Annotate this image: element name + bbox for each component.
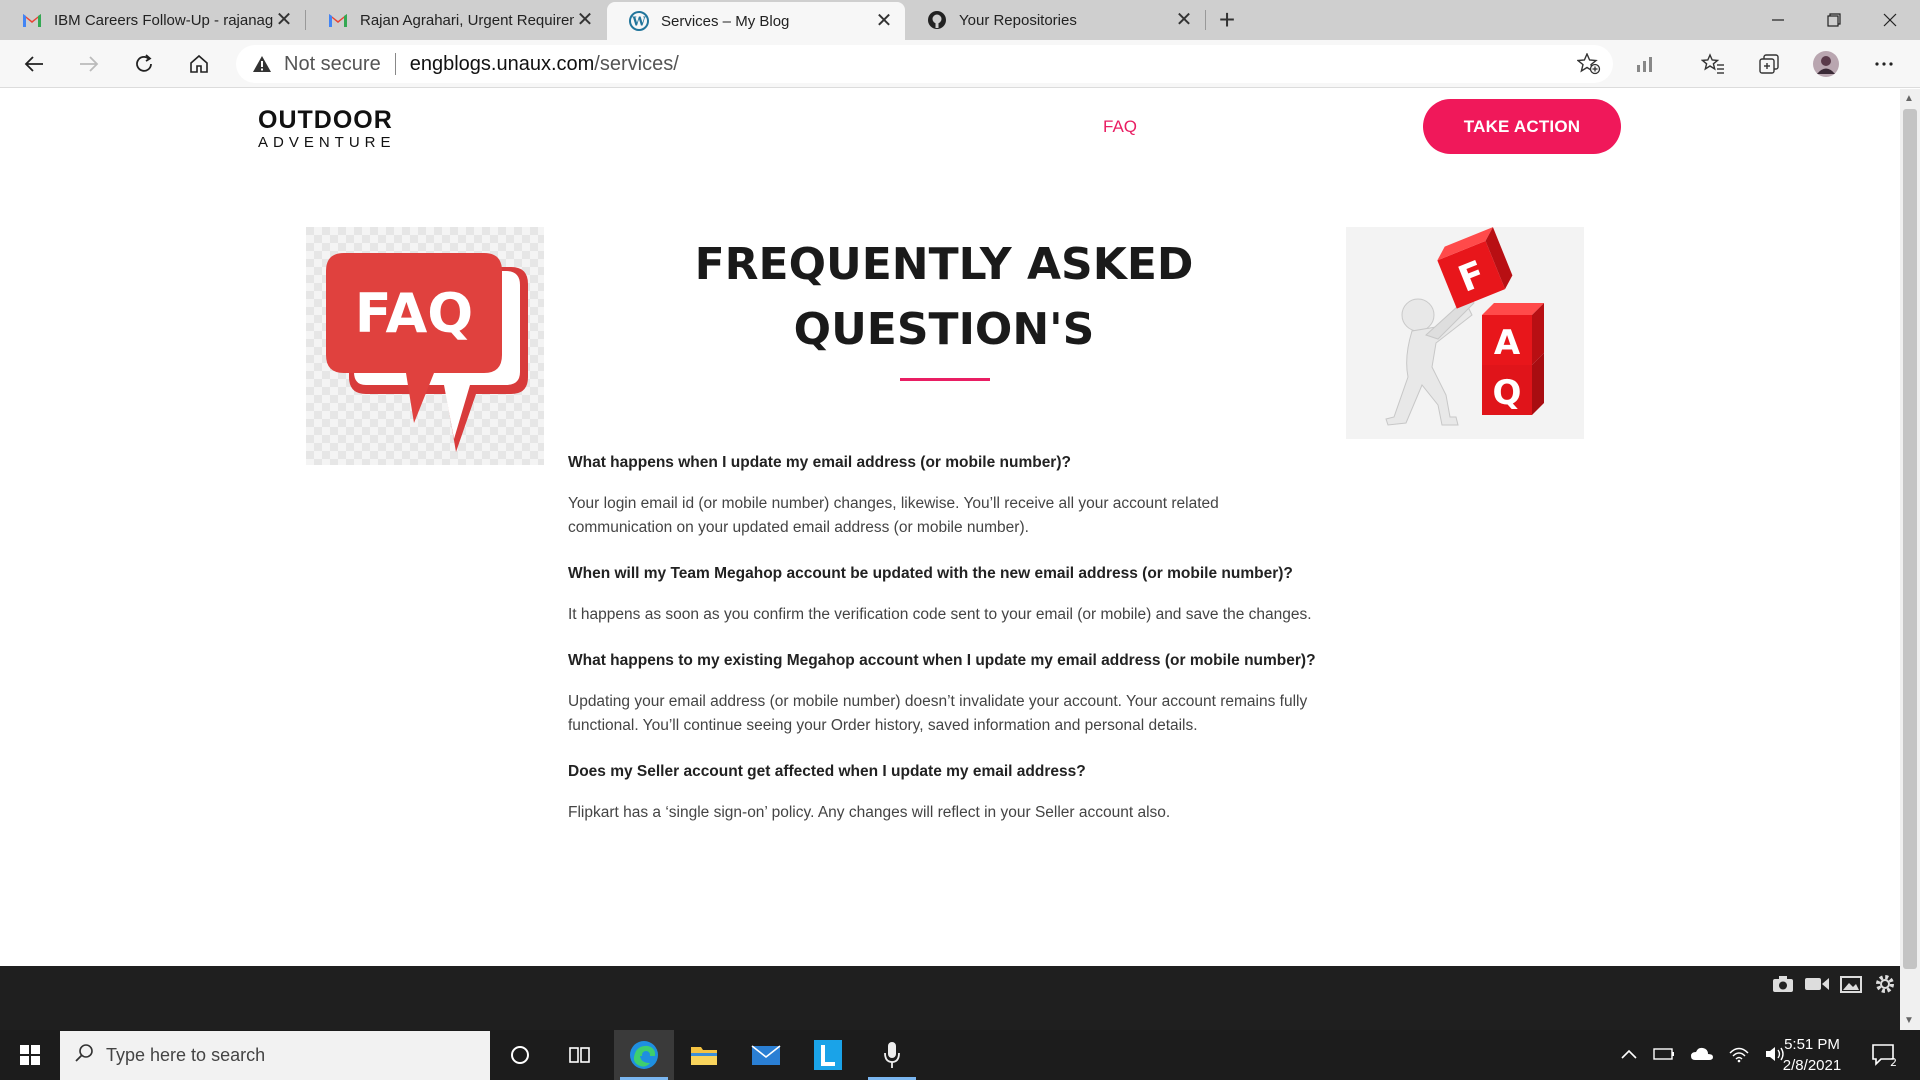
add-favorite-icon[interactable] xyxy=(1576,52,1601,81)
cube-letter: Q xyxy=(1493,373,1522,413)
cube-letter: A xyxy=(1494,323,1521,363)
faq-answer: Your login email id (or mobile number) c… xyxy=(568,495,1219,536)
tab-title: Your Repositories xyxy=(959,11,1077,29)
task-view-button[interactable] xyxy=(550,1030,610,1080)
camera-icon[interactable] xyxy=(1770,972,1796,996)
page-scrollbar[interactable]: ▲ ▼ xyxy=(1900,89,1920,1030)
settings-gear-icon[interactable] xyxy=(1872,972,1898,996)
home-button[interactable] xyxy=(181,46,217,82)
url-path: /services/ xyxy=(594,52,679,75)
close-window-button[interactable] xyxy=(1862,0,1918,40)
faq-question: What happens when I update my email addr… xyxy=(568,454,1071,471)
scrollbar-thumb[interactable] xyxy=(1903,109,1917,969)
address-divider xyxy=(394,53,396,75)
wifi-icon[interactable] xyxy=(1728,1045,1750,1066)
faq-image-text: FAQ xyxy=(355,282,473,345)
launcher-l-taskbar-icon[interactable] xyxy=(798,1030,858,1080)
onedrive-cloud-icon[interactable] xyxy=(1690,1046,1714,1065)
tab-services-my-blog[interactable]: W Services – My Blog ✕ xyxy=(607,2,905,40)
tab-title: IBM Careers Follow-Up - rajanag xyxy=(54,11,273,29)
search-icon xyxy=(74,1043,94,1068)
tab-rajan-agrahari[interactable]: Rajan Agrahari, Urgent Requirem ✕ xyxy=(306,0,606,40)
profile-avatar[interactable] xyxy=(1808,46,1844,82)
tab-ibm-careers[interactable]: IBM Careers Follow-Up - rajanag ✕ xyxy=(0,0,305,40)
page-title: FREQUENTLY ASKED QUESTION'S xyxy=(594,232,1294,362)
notification-center-icon[interactable]: 2 xyxy=(1866,1038,1902,1072)
logo-line-1: OUTDOOR xyxy=(258,106,393,134)
nav-link-faq[interactable]: FAQ xyxy=(1103,117,1137,137)
video-camera-icon[interactable] xyxy=(1804,972,1830,996)
close-icon[interactable]: ✕ xyxy=(873,10,895,32)
faq-item: What happens to my existing Megahop acco… xyxy=(568,649,1318,738)
system-tray xyxy=(1620,1030,1786,1080)
faq-question: Does my Seller account get affected when… xyxy=(568,763,1086,780)
close-icon[interactable]: ✕ xyxy=(273,9,295,31)
more-menu-icon[interactable] xyxy=(1866,46,1902,82)
mail-taskbar-icon[interactable] xyxy=(736,1030,796,1080)
performance-icon[interactable] xyxy=(1627,46,1663,82)
faq-speech-bubble-image: FAQ xyxy=(306,227,544,465)
faq-question: What happens to my existing Megahop acco… xyxy=(568,652,1316,669)
svg-text:W: W xyxy=(631,15,646,29)
start-button[interactable] xyxy=(8,1035,52,1075)
clock-date: 2/8/2021 xyxy=(1782,1057,1842,1074)
tab-your-repositories[interactable]: Your Repositories ✕ xyxy=(905,0,1205,40)
faq-answer: It happens as soon as you confirm the ve… xyxy=(568,606,1312,623)
restore-button[interactable] xyxy=(1806,0,1862,40)
faq-question: When will my Team Megahop account be upd… xyxy=(568,565,1293,582)
taskbar-clock[interactable]: 5:51 PM 2/8/2021 xyxy=(1766,1034,1858,1076)
site-logo[interactable]: OUTDOOR ADVENTURE xyxy=(258,107,396,152)
clock-time: 5:51 PM xyxy=(1784,1036,1840,1053)
back-button[interactable] xyxy=(16,46,52,82)
gmail-icon xyxy=(22,10,42,30)
take-action-button[interactable]: TAKE ACTION xyxy=(1423,99,1621,154)
faq-item: Does my Seller account get affected when… xyxy=(568,760,1318,825)
cortana-button[interactable] xyxy=(490,1030,550,1080)
logo-line-2: ADVENTURE xyxy=(258,134,396,151)
page-title-line-1: FREQUENTLY ASKED xyxy=(694,239,1194,290)
warning-icon[interactable] xyxy=(252,53,274,75)
taskbar-search-box[interactable]: Type here to search xyxy=(60,1031,490,1080)
browser-toolbar: Not secure engblogs.unaux.com/services/ xyxy=(0,40,1920,88)
windows-taskbar: Type here to search 5:51 PM 2/8/2021 2 xyxy=(0,1030,1920,1080)
new-tab-button[interactable]: + xyxy=(1210,4,1244,38)
file-explorer-taskbar-icon[interactable] xyxy=(674,1030,734,1080)
collections-icon[interactable] xyxy=(1751,46,1787,82)
scroll-up-arrow-icon[interactable]: ▲ xyxy=(1904,93,1914,104)
site-footer xyxy=(0,966,1900,1030)
address-bar[interactable]: Not secure engblogs.unaux.com/services/ xyxy=(236,45,1613,83)
heading-divider xyxy=(900,378,990,381)
favorites-icon[interactable] xyxy=(1695,46,1731,82)
page-viewport: OUTDOOR ADVENTURE FAQ TAKE ACTION FAQ FR… xyxy=(0,89,1900,1030)
security-label[interactable]: Not secure xyxy=(284,53,381,76)
wordpress-icon: W xyxy=(629,11,649,31)
microphone-taskbar-icon[interactable] xyxy=(862,1030,922,1080)
github-icon xyxy=(927,10,947,30)
browser-tab-strip: IBM Careers Follow-Up - rajanag ✕ Rajan … xyxy=(0,0,1920,40)
scroll-down-arrow-icon[interactable]: ▼ xyxy=(1904,1015,1914,1026)
faq-cubes-image: F A Q xyxy=(1346,227,1584,439)
faq-answer: Flipkart has a ‘single sign-on’ policy. … xyxy=(568,804,1171,821)
faq-item: What happens when I update my email addr… xyxy=(568,451,1318,540)
tab-title: Rajan Agrahari, Urgent Requirem xyxy=(360,11,574,29)
capture-toolbar xyxy=(1770,972,1898,996)
close-icon[interactable]: ✕ xyxy=(574,9,596,31)
url-host: engblogs.unaux.com xyxy=(409,52,595,75)
close-icon[interactable]: ✕ xyxy=(1173,9,1195,31)
notification-count: 2 xyxy=(1890,1056,1897,1068)
page-title-line-2: QUESTION'S xyxy=(793,304,1095,355)
battery-icon[interactable] xyxy=(1652,1047,1676,1064)
faq-item: When will my Team Megahop account be upd… xyxy=(568,562,1318,627)
forward-button[interactable] xyxy=(71,46,107,82)
taskbar-search-placeholder: Type here to search xyxy=(106,1045,266,1065)
chevron-up-icon[interactable] xyxy=(1620,1047,1638,1063)
minimize-button[interactable] xyxy=(1750,0,1806,40)
tab-title: Services – My Blog xyxy=(661,12,790,30)
gmail-icon xyxy=(328,10,348,30)
edge-browser-taskbar-icon[interactable] xyxy=(614,1030,674,1080)
gallery-icon[interactable] xyxy=(1838,972,1864,996)
faq-answer: Updating your email address (or mobile n… xyxy=(568,693,1308,734)
refresh-button[interactable] xyxy=(126,46,162,82)
faq-list: What happens when I update my email addr… xyxy=(568,451,1318,847)
